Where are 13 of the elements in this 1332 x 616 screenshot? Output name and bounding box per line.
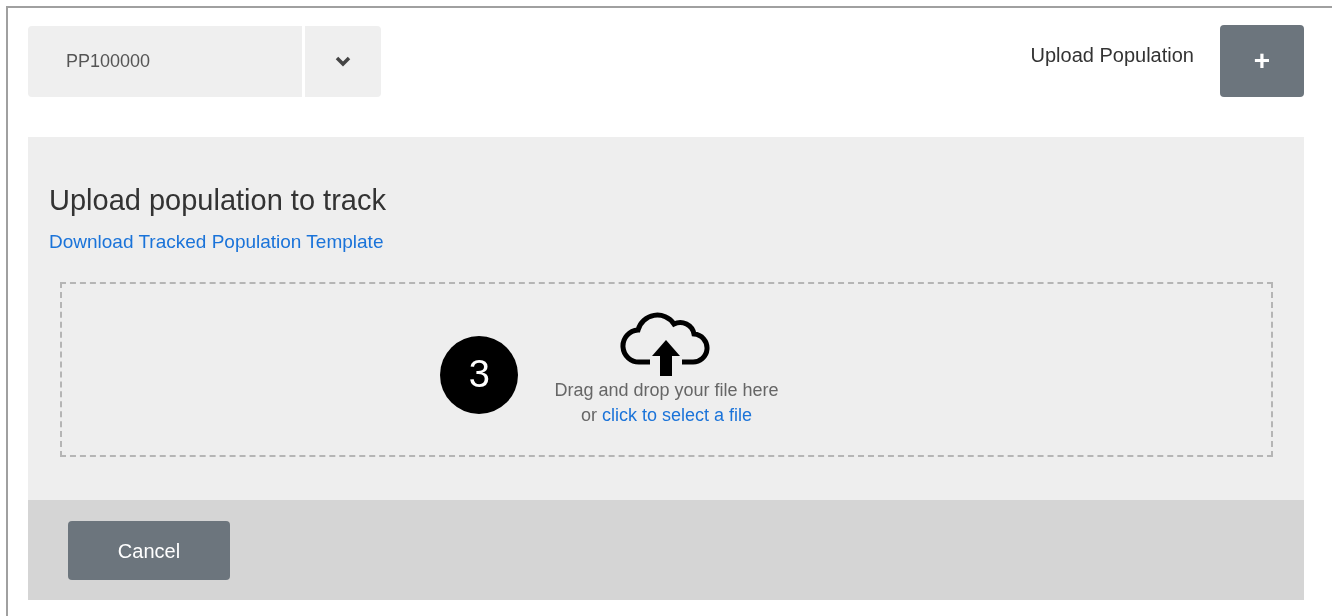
chevron-down-icon <box>335 55 351 67</box>
upload-label: Upload Population <box>1030 43 1194 68</box>
add-button[interactable]: + <box>1220 25 1304 97</box>
template-link[interactable]: Download Tracked Population Template <box>49 230 384 252</box>
cancel-button[interactable]: Cancel <box>68 521 230 580</box>
drop-zone[interactable]: 3 Drag and drop your file here or click to select a file <box>60 282 1273 458</box>
drop-instruction: Drag and drop your file here <box>554 378 779 402</box>
or-label: or <box>580 404 597 425</box>
step-number: 3 <box>440 335 519 414</box>
select-file-link[interactable]: click to select a file <box>601 404 753 425</box>
select-field[interactable]: PP100000 <box>28 25 381 97</box>
panel-title: Upload population to track <box>49 183 387 218</box>
select-value: PP100000 <box>28 25 305 97</box>
